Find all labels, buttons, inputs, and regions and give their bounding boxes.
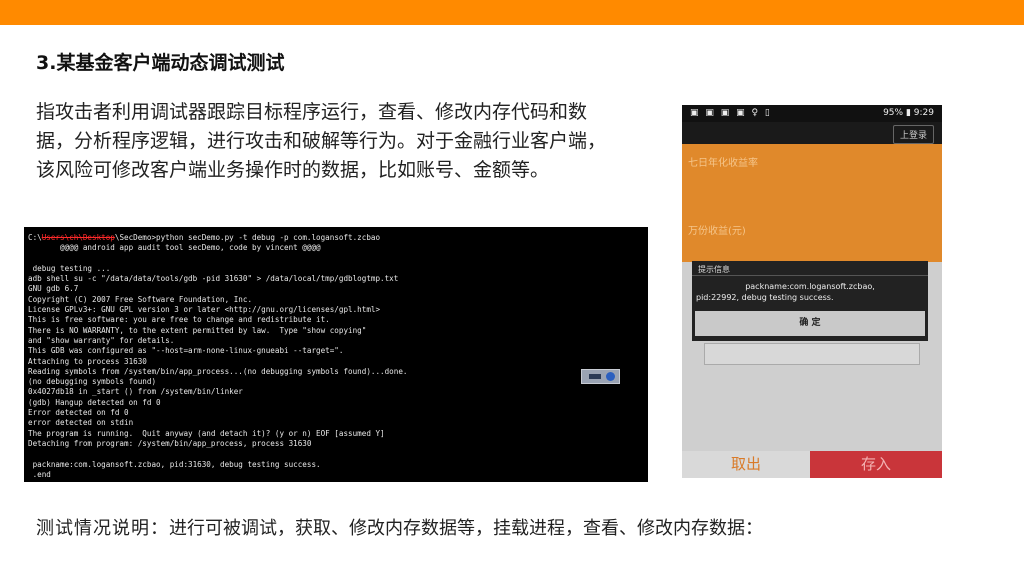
status-time: 9:29 bbox=[913, 108, 934, 118]
withdraw-button[interactable]: 取出 bbox=[682, 451, 810, 478]
terminal-output: C:\Users\ch\Desktop\SecDemo>python secDe… bbox=[24, 227, 648, 480]
top-accent-bar bbox=[0, 0, 1024, 25]
footer-lead: 测试情况说明： bbox=[36, 518, 169, 539]
terminal-command: \SecDemo>python secDemo.py -t debug -p c… bbox=[114, 233, 381, 242]
phone-header: 上登录 bbox=[682, 122, 942, 144]
status-icons: ▣ ▣ ▣ ▣ ♀ ▯ bbox=[690, 108, 772, 118]
terminal-prompt-prefix: C:\ bbox=[28, 233, 42, 242]
dialog-message-line2: pid:22992, debug testing success. bbox=[696, 293, 834, 302]
slide-description: 指攻击者利用调试器跟踪目标程序运行，查看、修改内存代码和数据，分析程序逻辑，进行… bbox=[36, 101, 607, 181]
status-right: 95% ▮ 9:29 bbox=[883, 108, 934, 118]
footer-text: 进行可被调试，获取、修改内存数据等，挂载进程，查看、修改内存数据： bbox=[169, 518, 763, 539]
terminal-body-lines: @@@@ android app audit tool secDemo, cod… bbox=[28, 243, 408, 479]
minimized-window-icon[interactable] bbox=[581, 369, 620, 384]
dialog-message-line1: packname:com.logansoft.zcbao, bbox=[745, 282, 875, 291]
alert-dialog: 提示信息 packname:com.logansoft.zcbao, pid:2… bbox=[692, 261, 928, 341]
deposit-button[interactable]: 存入 bbox=[810, 451, 942, 478]
dialog-divider bbox=[692, 275, 928, 276]
slide-title: 3.某基金客户端动态调试测试 bbox=[36, 52, 285, 74]
phone-screenshot: ▣ ▣ ▣ ▣ ♀ ▯ 95% ▮ 9:29 上登录 七日年化收益率 万份收益(… bbox=[682, 105, 942, 478]
amount-field[interactable] bbox=[704, 343, 920, 365]
redacted-path: Users\ch\Desktop bbox=[41, 233, 115, 242]
login-button[interactable]: 上登录 bbox=[892, 125, 934, 144]
yield-label: 七日年化收益率 bbox=[688, 158, 758, 169]
phone-bottom-bar: 取出 存入 bbox=[682, 451, 942, 478]
dialog-ok-button[interactable]: 确 定 bbox=[695, 311, 925, 336]
battery-level: 95% bbox=[883, 108, 904, 118]
income-label: 万份收益(元) bbox=[688, 226, 746, 237]
dialog-title: 提示信息 bbox=[698, 265, 730, 274]
terminal-window: C:\Users\ch\Desktop\SecDemo>python secDe… bbox=[24, 227, 648, 482]
slide-footer: 测试情况说明：进行可被调试，获取、修改内存数据等，挂载进程，查看、修改内存数据： bbox=[36, 514, 763, 540]
phone-status-bar: ▣ ▣ ▣ ▣ ♀ ▯ 95% ▮ 9:29 bbox=[682, 105, 942, 122]
